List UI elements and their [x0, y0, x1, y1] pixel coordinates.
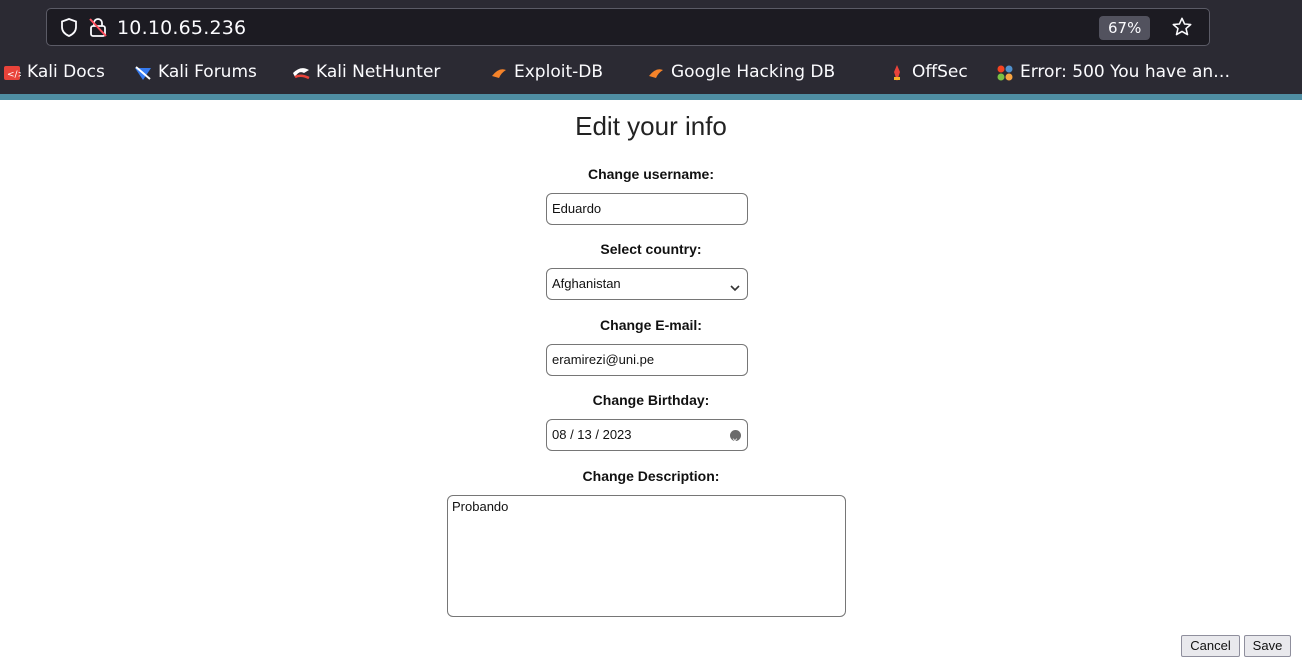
clear-date-icon[interactable] — [730, 427, 741, 457]
joomla-icon — [996, 61, 1014, 81]
browser-chrome: 10.10.65.236 67% </> Kali Docs Kali Forum… — [0, 0, 1302, 100]
description-textarea[interactable]: Probando — [447, 495, 846, 617]
country-value: Afghanistan — [552, 276, 621, 291]
chevron-down-icon — [729, 276, 741, 306]
bookmark-star-icon[interactable] — [1171, 16, 1193, 43]
bookmark-exploit-db[interactable]: Exploit-DB — [490, 56, 603, 88]
google-hacking-db-icon — [647, 61, 665, 79]
email-field[interactable]: eramirezi@uni.pe — [546, 344, 748, 376]
offsec-icon — [888, 61, 906, 81]
edit-info-page: Edit your info Change username: Eduardo … — [0, 100, 1302, 667]
bookmark-kali-nethunter[interactable]: Kali NetHunter — [292, 56, 440, 88]
country-label: Select country: — [600, 241, 702, 257]
username-value: Eduardo — [552, 201, 602, 216]
exploit-db-icon — [490, 61, 508, 79]
kali-forums-icon — [134, 61, 152, 80]
url-text[interactable]: 10.10.65.236 — [117, 17, 246, 39]
username-label: Change username: — [587, 166, 715, 182]
bookmark-kali-docs[interactable]: </> Kali Docs — [3, 56, 105, 88]
bookmark-label: OffSec — [912, 62, 968, 82]
description-value: Probando — [452, 499, 509, 514]
birthday-label: Change Birthday: — [592, 392, 710, 408]
bookmark-offsec[interactable]: OffSec — [888, 56, 968, 88]
birthday-value: 08 / 13 / 2023 — [552, 427, 632, 442]
bookmark-label: Exploit-DB — [514, 62, 603, 82]
cancel-button[interactable]: Cancel — [1181, 635, 1240, 657]
birthday-date-field[interactable]: 08 / 13 / 2023 — [546, 419, 748, 457]
svg-text:</>: </> — [7, 70, 21, 80]
bookmark-error-500[interactable]: Error: 500 You have an… — [996, 56, 1230, 88]
bookmark-label: Google Hacking DB — [671, 62, 836, 82]
bookmark-label: Kali Docs — [27, 62, 105, 82]
insecure-lock-icon[interactable] — [88, 17, 108, 42]
bookmark-google-hacking-db[interactable]: Google Hacking DB — [647, 56, 835, 88]
save-button[interactable]: Save — [1244, 635, 1291, 657]
kali-docs-icon: </> — [3, 61, 25, 80]
username-field[interactable]: Eduardo — [546, 193, 748, 225]
email-label: Change E-mail: — [600, 317, 702, 333]
country-select[interactable]: Afghanistan — [546, 268, 748, 300]
page-title: Edit your info — [575, 111, 727, 141]
bookmark-label: Kali Forums — [158, 62, 257, 82]
address-bar[interactable]: 10.10.65.236 67% — [46, 8, 1210, 46]
tracking-protection-shield-icon[interactable] — [61, 18, 77, 42]
kali-nethunter-icon — [292, 61, 310, 80]
zoom-level-badge[interactable]: 67% — [1099, 16, 1151, 40]
bookmark-kali-forums[interactable]: Kali Forums — [134, 56, 257, 88]
bookmark-label: Error: 500 You have an… — [1020, 62, 1231, 82]
email-value: eramirezi@uni.pe — [552, 352, 655, 367]
bookmarks-toolbar: </>Kali Docs Kali Forums Kali NetHunter … — [0, 56, 1302, 88]
description-label: Change Description: — [582, 468, 720, 484]
bookmark-label: Kali NetHunter — [316, 62, 441, 82]
